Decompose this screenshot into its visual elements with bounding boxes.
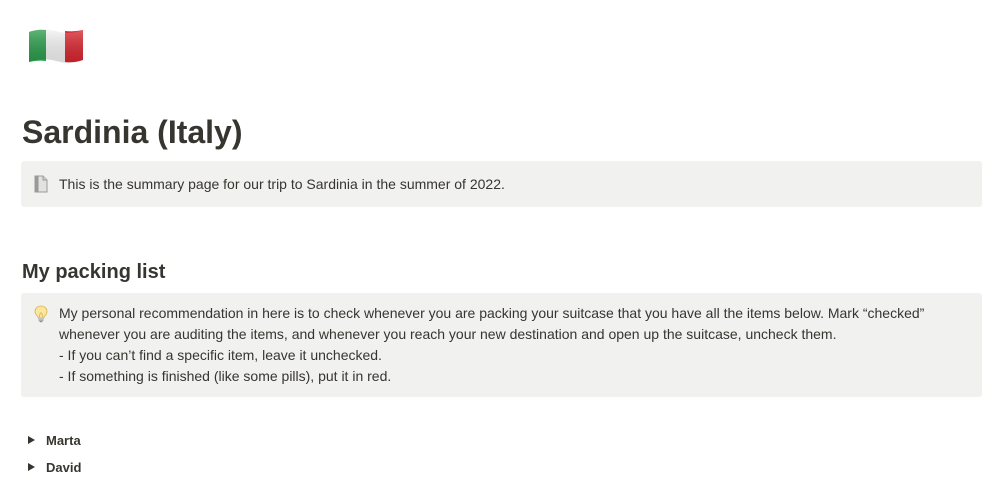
toggle-label[interactable]: David <box>46 460 81 475</box>
summary-text: This is the summary page for our trip to… <box>59 176 505 192</box>
summary-callout[interactable]: This is the summary page for our trip to… <box>21 161 982 207</box>
packing-tip-line: My personal recommendation in here is to… <box>59 305 925 342</box>
packing-tip-callout[interactable]: My personal recommendation in here is to… <box>21 293 982 397</box>
page-title[interactable]: Sardinia (Italy) <box>22 110 243 154</box>
packing-tip-line: - If you can’t find a specific item, lea… <box>59 347 382 363</box>
triangle-right-icon[interactable] <box>22 431 40 449</box>
packing-tip-line: - If something is finished (like some pi… <box>59 368 392 384</box>
italy-flag-icon[interactable] <box>27 26 85 66</box>
toggle-label[interactable]: Marta <box>46 433 81 448</box>
page: Sardinia (Italy) This is the summary pag… <box>0 0 1005 488</box>
packing-tip-text: My personal recommendation in here is to… <box>59 303 966 387</box>
packing-list-heading[interactable]: My packing list <box>22 258 165 286</box>
light-bulb-icon[interactable] <box>33 305 49 323</box>
triangle-right-icon[interactable] <box>22 458 40 476</box>
toggle-marta[interactable]: Marta <box>22 429 81 451</box>
toggle-david[interactable]: David <box>22 456 81 478</box>
page-icon[interactable] <box>33 175 49 193</box>
